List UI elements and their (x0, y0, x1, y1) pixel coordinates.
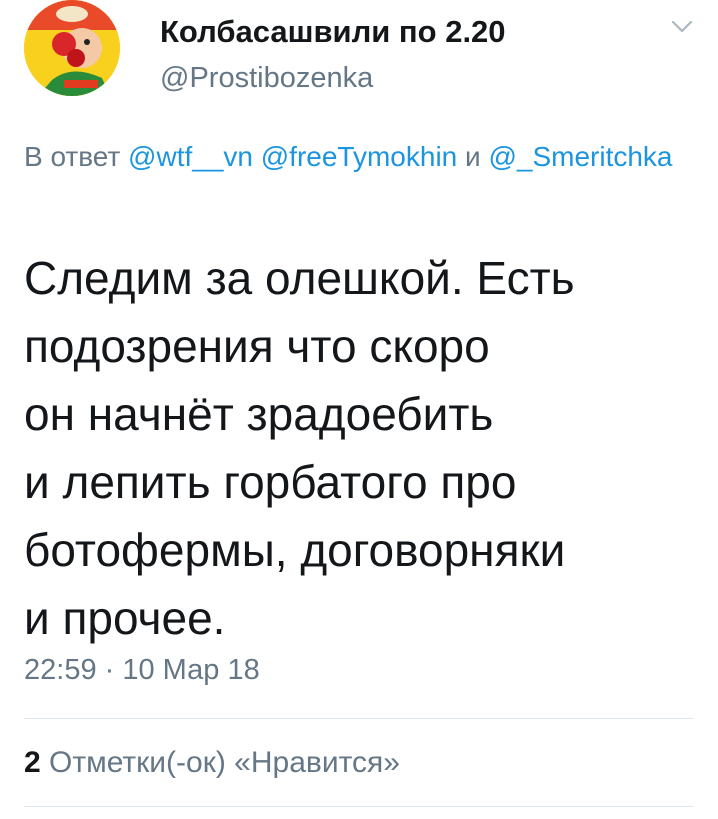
mention-link[interactable]: @freeTymokhin (261, 141, 458, 172)
divider (24, 718, 694, 719)
reply-conjunction: и (465, 141, 481, 172)
reply-prefix: В ответ (24, 141, 121, 172)
tweet-card: Колбасашвили по 2.20 @Prostibozenka В от… (0, 0, 718, 819)
clown-avatar-icon[interactable] (24, 0, 120, 96)
reply-context: В ответ @wtf__vn @freeTymokhin и @_Smeri… (24, 134, 684, 180)
user-handle[interactable]: @Prostibozenka (160, 62, 373, 95)
divider (24, 806, 694, 807)
tweet-text-line: ботофермы, договорняки (24, 524, 566, 576)
likes-count: 2 (24, 746, 41, 779)
tweet-text-line: и лепить горбатого про (24, 456, 517, 508)
mention-link[interactable]: @wtf__vn (128, 141, 253, 172)
likes-label: Отметки(-ок) «Нравится» (49, 746, 400, 779)
tweet-text-line: подозрения что скоро (24, 320, 490, 372)
tweet-timestamp[interactable]: 22:59 · 10 Мар 18 (24, 654, 260, 687)
tweet-text-line: Следим за олешкой. Есть (24, 252, 575, 304)
tweet-text-line: он начнёт зрадоебить (24, 388, 494, 440)
mention-link[interactable]: @_Smeritchka (488, 141, 672, 172)
tweet-text: Следим за олешкой. Есть подозрения что с… (24, 244, 704, 652)
likes-stat[interactable]: 2 Отметки(-ок) «Нравится» (24, 746, 400, 780)
tweet-text-line: и прочее. (24, 592, 226, 644)
chevron-down-icon[interactable] (668, 12, 696, 40)
display-name[interactable]: Колбасашвили по 2.20 (160, 14, 506, 50)
